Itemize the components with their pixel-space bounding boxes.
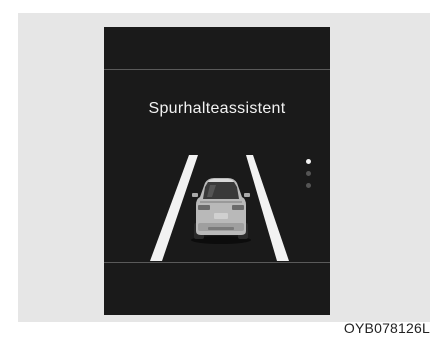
lane-scene [150, 155, 289, 261]
figure-code: OYB078126L [343, 320, 430, 336]
display-bottom-divider [104, 262, 330, 263]
cluster-display: Spurhalteassistent [104, 27, 330, 315]
page-indicator-icon [306, 159, 312, 195]
page-dot-1 [306, 159, 311, 164]
lane-line-right-icon [246, 155, 289, 261]
lane-line-left-icon [150, 155, 198, 261]
page-dot-2 [306, 171, 311, 176]
car-rear-icon [191, 178, 251, 244]
page-dot-3 [306, 183, 311, 188]
